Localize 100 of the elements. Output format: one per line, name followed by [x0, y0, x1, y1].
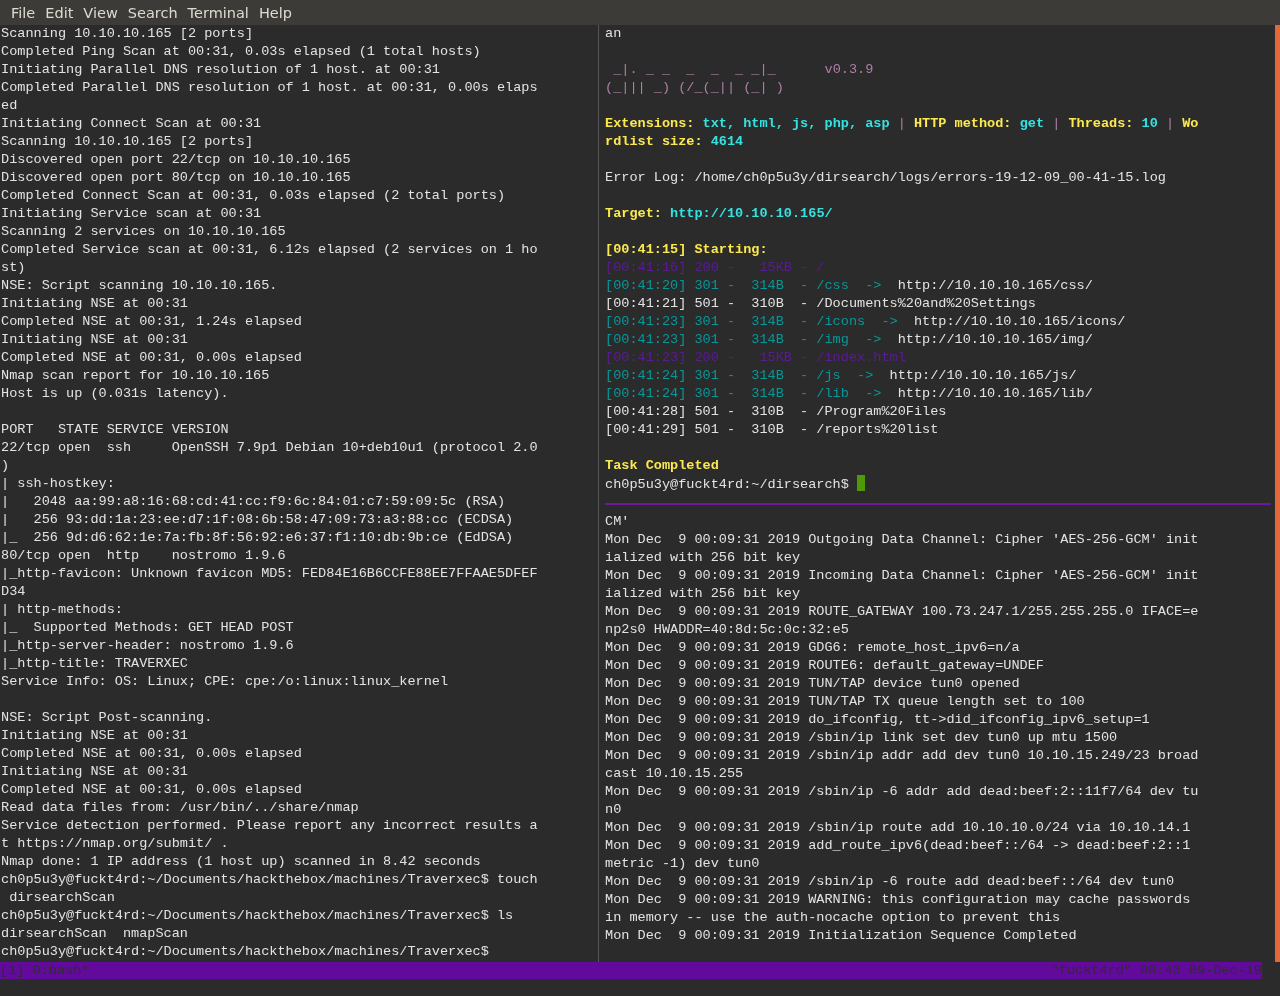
terminal-text: Mon Dec 9 00:09:31 2019 /sbin/ip link set dev tun0 up mtu 1500	[605, 730, 1118, 745]
terminal-text: http://10.10.10.165/css/	[897, 278, 1093, 293]
terminal-text: Mon Dec 9 00:09:31 2019 Incoming Data Channel: Cipher 'AES-256-GCM' init	[605, 568, 1199, 583]
terminal-text: NSE: Script scanning 10.10.10.165.	[1, 278, 278, 293]
terminal-text: D34	[1, 584, 26, 599]
terminal-text: Completed Service scan at 00:31, 6.12s elapsed (2 services on 1 ho	[1, 242, 538, 257]
terminal-text: txt, html, js, php, asp	[702, 116, 890, 131]
terminal-text: |	[896, 116, 907, 131]
menu-item[interactable]: File	[6, 2, 41, 23]
terminal-text: dirsearchScan nmapScan	[1, 926, 188, 941]
terminal-text: Discovered open port 22/tcp on 10.10.10.165	[1, 152, 351, 167]
terminal-text: Initiating NSE at 00:31	[1, 764, 188, 779]
terminal-text: Completed NSE at 00:31, 0.00s elapsed	[1, 746, 302, 761]
terminal-text: Threads:	[1068, 116, 1135, 131]
terminal-text: [00:41:20] 301 - 314B - /css ->	[605, 278, 883, 293]
terminal-text: np2s0 HWADDR=40:8d:5c:0c:32:e5	[605, 622, 849, 637]
terminal-text: Wo	[1182, 116, 1199, 131]
menu-item[interactable]: Help	[253, 2, 297, 23]
terminal-text: ed	[1, 98, 18, 113]
terminal-text: |_http-server-header: nostromo 1.9.6	[1, 638, 294, 653]
terminal-text: Task Completed	[605, 458, 719, 473]
terminal-text: Service detection performed. Please report any incorrect results a	[1, 818, 538, 833]
terminal-text: Mon Dec 9 00:09:31 2019 Outgoing Data Channel: Cipher 'AES-256-GCM' init	[605, 532, 1199, 547]
menu-item[interactable]: Terminal	[182, 2, 254, 23]
terminal-text: Read data files from: /usr/bin/../share/nmap	[1, 800, 359, 815]
terminal-text: http://10.10.10.165/	[670, 206, 833, 221]
terminal-text: Completed NSE at 00:31, 1.24s elapsed	[1, 314, 302, 329]
host-clock-label: "fuckt4rd" 00:43 09-Dec-19	[1050, 962, 1262, 979]
terminal-text: dirsearchScan	[8, 890, 115, 905]
terminal-text: cast 10.10.15.255	[605, 766, 744, 781]
terminal-text: _|. _ _ _ _ _ _|_	[612, 62, 777, 77]
terminal-text: Mon Dec 9 00:09:31 2019 do_ifconfig, tt->did_ifconfig_ipv6_setup=1	[605, 712, 1150, 727]
terminal-text: (_||| _) (/_(_|| (_| )	[605, 80, 784, 95]
terminal-text: [00:41:23] 301 - 314B - /icons ->	[605, 314, 899, 329]
terminal-text: | 2048 aa:99:a8:16:68:cd:41:cc:f9:6c:84:01:c7:59:09:5c (RSA)	[1, 494, 506, 509]
terminal-text: Target:	[605, 206, 663, 221]
terminal-text: st)	[1, 260, 26, 275]
terminal-text: HTTP method:	[913, 116, 1013, 131]
terminal-text: Mon Dec 9 00:09:31 2019 TUN/TAP device tun0 opened	[605, 676, 1020, 691]
terminal-text: [00:41:16] 200 - 15KB - /	[605, 260, 825, 275]
terminal-text: Scanning 10.10.10.165 [2 ports]	[1, 134, 253, 149]
terminal-text: Completed Connect Scan at 00:31, 0.03s elapsed (2 total ports)	[1, 188, 506, 203]
terminal-text: Mon Dec 9 00:09:31 2019 ROUTE6: default_gateway=UNDEF	[605, 658, 1044, 673]
terminal-text: 22/tcp open ssh OpenSSH 7.9p1 Debian 10+deb10u1 (protocol 2.0	[1, 440, 538, 455]
terminal-text: ch0p5u3y@fuckt4rd:~/Documents/hackthebox/machines/Traverxec$ touch	[1, 872, 538, 887]
terminal-text: |_http-title: TRAVERXEC	[1, 656, 188, 671]
terminal-text: Completed Ping Scan at 00:31, 0.03s elapsed (1 total hosts)	[1, 44, 481, 59]
terminal-text: Initiating NSE at 00:31	[1, 296, 188, 311]
terminal-text: Completed NSE at 00:31, 0.00s elapsed	[1, 350, 302, 365]
terminal-text: CM'	[605, 514, 630, 529]
terminal-text: ialized with 256 bit key	[605, 550, 801, 565]
terminal-text: Mon Dec 9 00:09:31 2019 /sbin/ip -6 route add dead:beef::/64 dev tun0	[605, 874, 1175, 889]
menu-item[interactable]: Search	[122, 2, 183, 23]
terminal-text: |	[1164, 116, 1176, 131]
terminal-text: Mon Dec 9 00:09:31 2019 /sbin/ip addr add dev tun0 10.10.15.249/23 broad	[605, 748, 1199, 763]
terminal-text: Nmap scan report for 10.10.10.165	[1, 368, 270, 383]
terminal-text: )	[1, 458, 10, 473]
terminal-text: Extensions:	[605, 116, 696, 131]
terminal-text: [00:41:24] 301 - 314B - /lib ->	[605, 386, 883, 401]
terminal-text: Scanning 10.10.10.165 [2 ports]	[1, 26, 253, 41]
terminal-text: 80/tcp open http nostromo 1.9.6	[1, 548, 286, 563]
terminal-text: n0	[605, 802, 622, 817]
terminal-text: Initiating Parallel DNS resolution of 1 host. at 00:31	[1, 62, 440, 77]
terminal-text: | 256 93:dd:1a:23:ee:d7:1f:08:6b:58:47:09:73:a3:88:cc (ECDSA)	[1, 512, 514, 527]
terminal-text: get	[1019, 116, 1044, 131]
terminal-text: Nmap done: 1 IP address (1 host up) scanned in 8.42 seconds	[1, 854, 481, 869]
terminal-text: |_ 256 9d:d6:62:1e:7a:fb:8f:56:92:e6:37:f1:10:db:9b:ce (EdDSA)	[1, 530, 514, 545]
terminal-text: http://10.10.10.165/img/	[897, 332, 1093, 347]
terminal-text: [00:41:28] 501 - 310B - /Program%20Files	[605, 404, 947, 419]
session-label: [1] 0:bash*	[0, 962, 90, 979]
terminal-text: [00:41:24] 301 - 314B - /js ->	[605, 368, 875, 383]
terminal-text: PORT STATE SERVICE VERSION	[1, 422, 229, 437]
terminal-text: 10	[1141, 116, 1158, 131]
terminal-text: in memory -- use the auth-nocache option to prevent this	[605, 910, 1061, 925]
terminal-text: v0.3.9	[824, 62, 874, 77]
terminal-text: [00:41:23] 200 - 15KB - /index.html	[605, 350, 906, 365]
menu-item[interactable]: Edit	[40, 2, 79, 23]
terminal-text: Service Info: OS: Linux; CPE: cpe:/o:linux:linux_kernel	[1, 674, 449, 689]
terminal-text: |_http-favicon: Unknown favicon MD5: FED84E16B6CCFE88EE7FFAAE5DFEF	[1, 566, 538, 581]
terminal-text: |	[1051, 116, 1062, 131]
terminal-text: Initiating NSE at 00:31	[1, 728, 188, 743]
terminal-text: http://10.10.10.165/js/	[889, 368, 1077, 383]
terminal-text: Mon Dec 9 00:09:31 2019 add_route_ipv6(dead:beef::/64 -> dead:beef:2::1	[605, 838, 1191, 853]
terminal-text: an	[605, 26, 622, 41]
terminal-text: Initiating NSE at 00:31	[1, 332, 188, 347]
terminal-text: ch0p5u3y@fuckt4rd:~/dirsearch$	[605, 477, 850, 492]
terminal-text: http://10.10.10.165/icons/	[913, 314, 1126, 329]
terminal-text: [00:41:15] Starting:	[605, 242, 769, 257]
terminal-text: 4614	[710, 134, 744, 149]
terminal-text: Mon Dec 9 00:09:31 2019 TUN/TAP TX queue length set to 100	[605, 694, 1085, 709]
terminal-text: [00:41:29] 501 - 310B - /reports%20list	[605, 422, 939, 437]
terminal-text: |_ Supported Methods: GET HEAD POST	[1, 620, 294, 635]
terminal-text: Host is up (0.031s latency).	[1, 386, 229, 401]
terminal-text: | http-methods:	[1, 602, 123, 617]
terminal-text: ch0p5u3y@fuckt4rd:~/Documents/hackthebox/machines/Traverxec$ ls	[1, 908, 514, 923]
terminal-text: Discovered open port 80/tcp on 10.10.10.165	[1, 170, 351, 185]
menu-item[interactable]: View	[78, 2, 123, 23]
terminal-text: Mon Dec 9 00:09:31 2019 GDG6: remote_host_ipv6=n/a	[605, 640, 1020, 655]
terminal-text: Error Log: /home/ch0p5u3y/dirsearch/logs/errors-19-12-09_00-41-15.log	[605, 170, 1166, 185]
terminal-text: [00:41:21] 501 - 310B - /Documents%20and%20Settings	[605, 296, 1036, 311]
